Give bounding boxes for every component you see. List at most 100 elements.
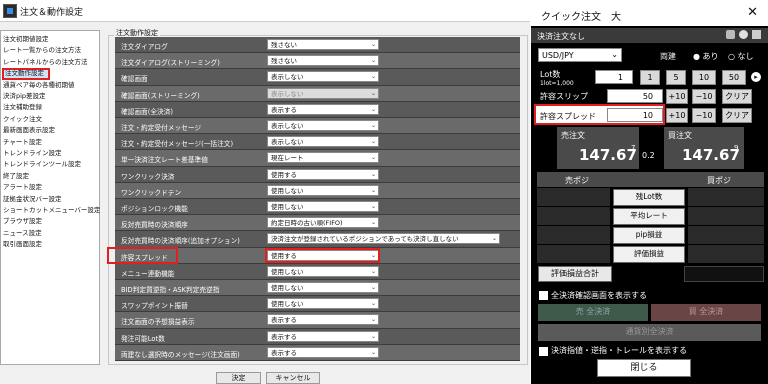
sell-position-label: 売ポジ [565,176,589,185]
setting-select[interactable]: 使用しない ⌄ [267,282,379,293]
setting-value: 表示しない [271,138,304,147]
pin-icon[interactable] [752,30,761,39]
chevron-down-icon: ⌄ [370,219,376,227]
sidebar-item[interactable]: レートパネルからの注文方法 [2,57,88,68]
sidebar-item[interactable]: ニュース設定 [2,228,42,239]
sidebar-item[interactable]: 通貨ペア毎の各種初期値 [2,80,75,91]
lot-5-button[interactable]: 5 [666,70,686,85]
slippage-input[interactable]: 50 [607,89,663,103]
settings-category-list[interactable]: 注文初期値設定 レート一覧からの注文方法 レートパネルからの注文方法 注文動作設定 通貨… [0,30,100,365]
sidebar-item[interactable]: 証拠金状況バー設定 [2,194,62,205]
show-orders-label: 決済指値・逆指・トレールを表示する [551,346,687,355]
close-button[interactable]: 閉じる [597,359,691,377]
sidebar-item[interactable]: レート一覧からの注文方法 [2,45,81,56]
chevron-down-icon: ⌄ [370,267,376,275]
sidebar-item[interactable]: ショートカットメニューバー設定 [2,205,100,216]
buy-order-tile[interactable]: 買注文 147.67 9 [664,127,744,169]
chevron-down-icon: ⌄ [370,170,376,178]
hedge-on-radio[interactable]: ● あり [693,51,719,62]
sidebar-item[interactable]: 注文動作設定 [2,68,50,80]
setting-value: 残さない [271,41,297,49]
spread-input[interactable]: 10 [607,108,663,122]
setting-label: スワップポイント振替 [121,302,188,311]
setting-select[interactable]: 表示しない ⌄ [267,120,379,131]
help-icon[interactable] [739,30,748,39]
cancel-button[interactable]: キャンセル [266,372,320,384]
buy-price-pip: 9 [734,144,739,152]
setting-label: ポジションロック機能 [121,205,188,213]
sell-price-pip: 7 [631,144,636,152]
sidebar-item[interactable]: クイック注文 [2,114,42,125]
spread-clear-button[interactable]: クリア [722,108,752,123]
setting-value: 現在レート [271,154,304,163]
buy-close-all-button[interactable]: 買 全決済 [651,304,761,321]
show-confirm-checkbox[interactable] [539,291,548,300]
chevron-down-icon: ⌄ [370,316,376,324]
setting-select[interactable]: 表示する ⌄ [267,346,379,358]
lot-1-button[interactable]: 1 [640,70,660,85]
chevron-down-icon: ⌄ [491,235,497,243]
setting-select[interactable]: 使用しない ⌄ [267,298,379,310]
settings-icon[interactable] [726,30,735,39]
setting-label: 両建なし選択時のメッセージ(注文画面) [121,350,240,359]
setting-select[interactable]: 残さない ⌄ [267,55,379,67]
chevron-down-icon: ⌄ [370,105,376,113]
sidebar-item[interactable]: 最新画面表示設定 [2,125,55,136]
sidebar-item[interactable]: アラート設定 [2,182,42,193]
setting-select[interactable]: 使用しない ⌄ [267,265,379,277]
currency-pair-select[interactable]: USD/JPY ⌄ [538,48,622,62]
slippage-plus-button[interactable]: +10 [666,89,688,104]
sidebar-item[interactable]: トレンドラインツール設定 [2,159,81,170]
slippage-minus-button[interactable]: −10 [692,89,716,104]
setting-label: 反対売買時の決済順序(追加オプション) [121,237,240,246]
sidebar-item[interactable]: トレンドライン設定 [2,148,62,159]
sidebar-item[interactable]: 決済pip差設定 [2,91,46,102]
sidebar-item[interactable]: 注文補助登録 [2,102,42,113]
setting-select[interactable]: 現在レート ⌄ [267,152,379,164]
sell-close-all-button[interactable]: 売 全決済 [538,304,648,321]
setting-select[interactable]: 表示する ⌄ [267,314,379,326]
lot-input[interactable]: 1 [595,70,633,84]
setting-select[interactable]: 決済注文が登録されているポジションであっても決済し直しない ⌄ [267,233,500,245]
setting-value: 使用しない [271,186,304,195]
setting-row: メニュー連動機能 使用しない ⌄ [115,263,520,280]
next-icon[interactable]: ▸ [751,72,761,82]
setting-row: 両建なし選択時のメッセージ(注文画面) 表示する ⌄ [115,344,520,361]
setting-select[interactable]: 表示する ⌄ [267,330,379,342]
lot-50-button[interactable]: 50 [722,70,746,85]
sidebar-item[interactable]: 終了設定 [2,171,29,182]
spread-minus-button[interactable]: −10 [692,108,716,123]
currency-close-all-button[interactable]: 通貨別全決済 [538,324,761,341]
setting-select[interactable]: 残さない ⌄ [267,39,379,50]
setting-value: 約定日時の古い順(FIFO) [271,219,343,228]
setting-value: 使用しない [271,267,304,276]
sidebar-item[interactable]: チャート設定 [2,137,42,148]
sell-order-tile[interactable]: 売注文 147.67 7 [557,127,639,169]
sidebar-item[interactable]: 注文初期値設定 [2,34,49,45]
lot-10-button[interactable]: 10 [692,70,716,85]
sell-position-cell [537,207,610,225]
close-icon[interactable]: ✕ [747,5,758,20]
setting-label: 注文・約定受付メッセージ(一括注文) [121,140,234,149]
setting-select[interactable]: 表示しない ⌄ [267,71,379,83]
setting-row: BID判定買逆指・ASK判定売逆指 使用しない ⌄ [115,280,520,297]
chevron-down-icon: ⌄ [370,138,376,146]
slippage-clear-button[interactable]: クリア [722,89,752,104]
setting-select[interactable]: 表示する ⌄ [267,103,379,115]
setting-row: 注文ダイアログ(ストリーミング) 残さない ⌄ [115,53,520,70]
setting-select[interactable]: 約定日時の古い順(FIFO) ⌄ [267,217,379,229]
hedge-off-radio[interactable]: ○ なし [728,51,754,62]
spread-plus-button[interactable]: +10 [666,108,688,123]
sidebar-item[interactable]: ブラウザ設定 [2,216,42,227]
setting-select[interactable]: 使用する ⌄ [267,168,379,180]
show-orders-checkbox[interactable] [539,347,548,356]
setting-label: BID判定買逆指・ASK判定売逆指 [121,286,220,294]
setting-select[interactable]: 表示しない ⌄ [267,87,379,99]
setting-select[interactable]: 使用しない ⌄ [267,201,379,212]
setting-select[interactable]: 使用しない ⌄ [267,184,379,196]
mode-bar: 決済注文なし [531,28,768,43]
setting-select[interactable]: 表示しない ⌄ [267,136,379,148]
sidebar-item[interactable]: 取引画面設定 [2,239,42,250]
sell-price: 147.67 [579,146,637,164]
ok-button[interactable]: 決定 [216,372,261,384]
